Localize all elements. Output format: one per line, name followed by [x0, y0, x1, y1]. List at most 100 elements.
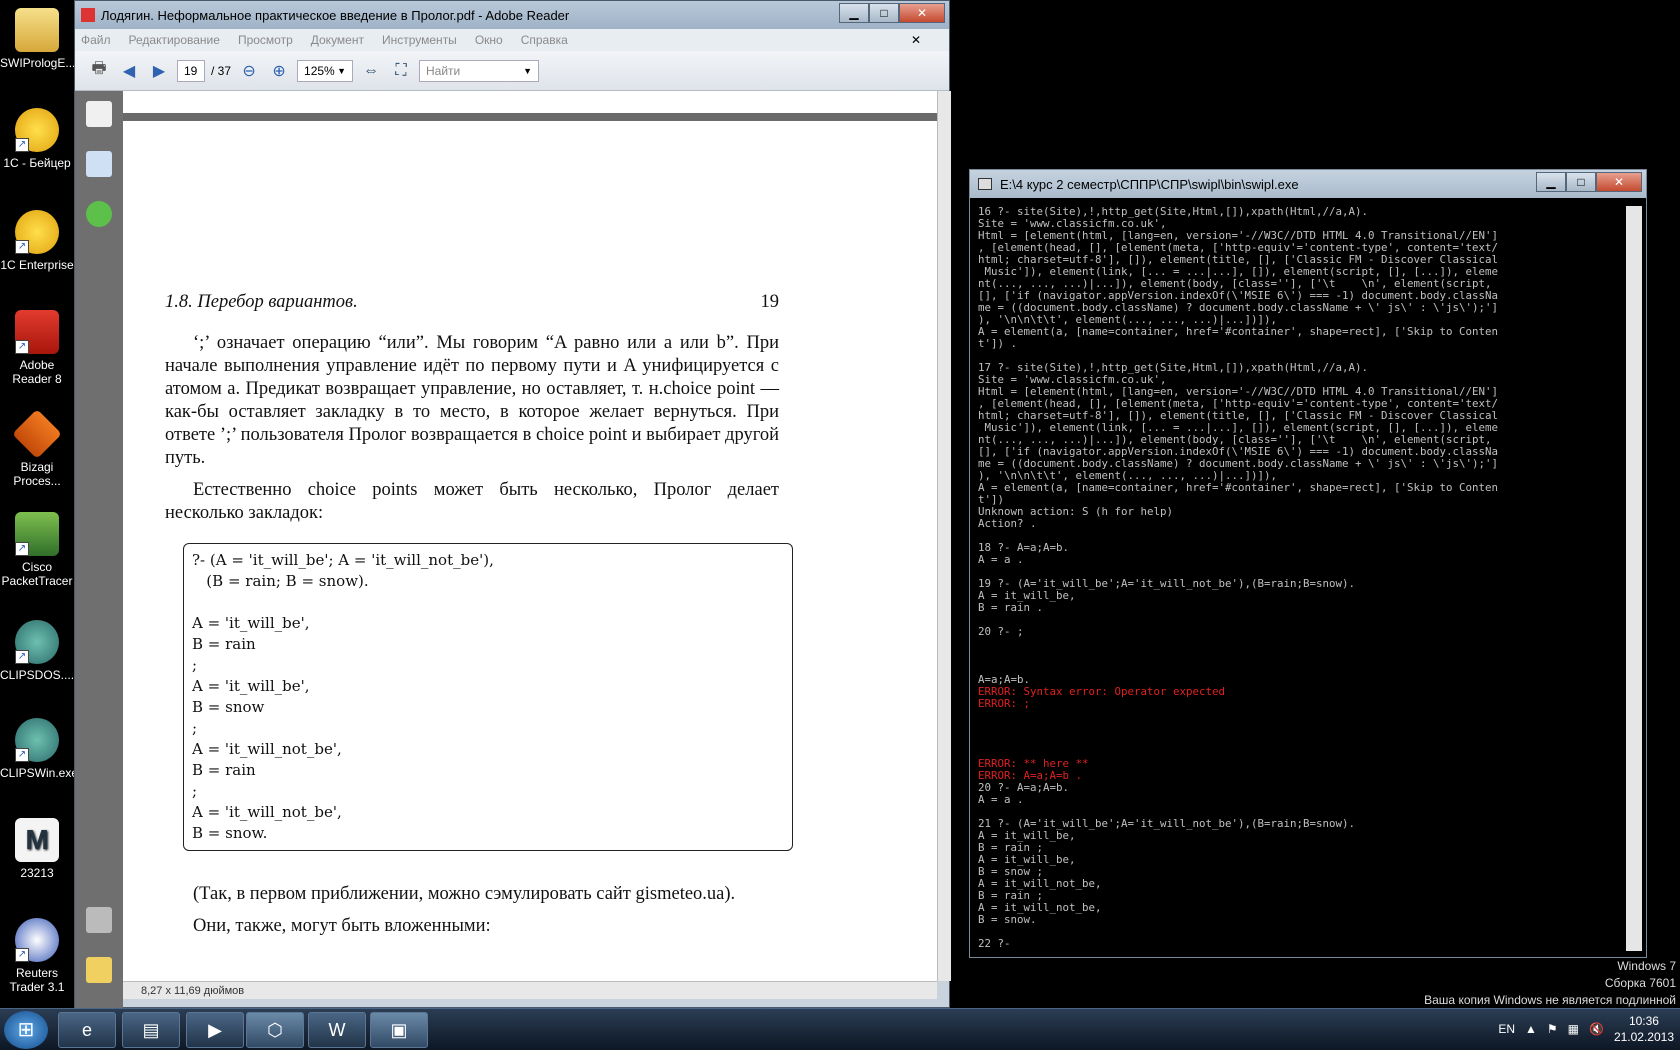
page-separator	[123, 113, 937, 121]
code-block: ?- (A = 'it_will_be'; A = 'it_will_not_b…	[183, 543, 793, 851]
maximize-button[interactable]: □	[869, 3, 899, 23]
chevron-down-icon: ▼	[337, 65, 347, 76]
close-button[interactable]: ✕	[1596, 172, 1642, 192]
page-total: / 37	[211, 63, 232, 78]
maximize-button[interactable]: □	[1566, 172, 1596, 192]
adobe-reader-window: Лодягин. Неформальное практическое введе…	[74, 0, 951, 1009]
console-titlebar[interactable]: E:\4 курс 2 семестр\СППР\СПР\swipl\bin\s…	[970, 170, 1646, 198]
bookmarks-icon[interactable]	[86, 151, 112, 177]
desktop-icon-23213[interactable]: M 23213	[0, 818, 74, 880]
start-button[interactable]: ⊞	[4, 1011, 48, 1049]
desktop-icon-1c-beitser[interactable]: ↗ 1С - Бейцер	[0, 108, 74, 170]
fit-page-icon[interactable]: ⛶	[389, 59, 413, 83]
page-size-label: 8,27 x 11,69 дюймов	[141, 985, 245, 997]
volume-icon[interactable]: 🔇	[1589, 1022, 1604, 1036]
fit-width-icon[interactable]: ⇔	[359, 59, 383, 83]
1c-icon: ↗	[15, 108, 59, 152]
pdf-page: 1.8. Перебор вариантов. 19 ‘;’ означает …	[165, 291, 793, 947]
bizagi-icon	[12, 409, 62, 459]
close-button[interactable]: ✕	[899, 3, 945, 23]
chevron-down-icon: ▼	[523, 65, 533, 76]
paragraph: ‘;’ означает операцию “или”. Мы говорим …	[165, 333, 779, 468]
console-error: ERROR: Syntax error: Operator expected E…	[978, 685, 1226, 710]
page-number: 19	[760, 292, 780, 312]
desktop-icon-bizagi[interactable]: Bizagi Proces...	[0, 409, 74, 488]
folder-icon	[15, 8, 59, 52]
menu-tools[interactable]: Инструменты	[382, 33, 457, 47]
next-page-icon[interactable]: ▶	[147, 59, 171, 83]
console-text: 16 ?- site(Site),!,http_get(Site,Html,[]…	[978, 206, 1499, 686]
windows-watermark: Windows 7 Сборка 7601 Ваша копия Windows…	[1424, 959, 1676, 1007]
paragraph: (Так, в первом приближении, можно сэмули…	[193, 884, 736, 904]
folder-icon: ▤	[142, 1020, 160, 1040]
desktop-icon-clipsdos[interactable]: ↗ CLIPSDOS....	[0, 620, 74, 682]
desktop-icon-1c-enterprise[interactable]: ↗ 1C Enterprise	[0, 210, 74, 272]
console-icon	[978, 178, 992, 190]
menu-bar: Файл Редактирование Просмотр Документ Ин…	[75, 29, 949, 51]
close-document-icon[interactable]: ✕	[911, 33, 921, 47]
console-scrollbar[interactable]	[1626, 206, 1642, 951]
swipl-console-window: E:\4 курс 2 семестр\СППР\СПР\swipl\bin\s…	[969, 169, 1647, 958]
window-title: Лодягин. Неформальное практическое введе…	[101, 7, 570, 23]
vertical-scrollbar[interactable]	[937, 91, 951, 981]
horizontal-scrollbar[interactable]: 8,27 x 11,69 дюймов	[123, 981, 937, 999]
minimize-button[interactable]: ▁	[1536, 172, 1566, 192]
desktop-icon-clipswin[interactable]: ↗ CLIPSWin.exe	[0, 718, 78, 780]
navigation-panel	[75, 91, 123, 1009]
console-error: ERROR: ** here ** ERROR: A=a;A=b .	[978, 757, 1089, 782]
desktop-icon-reuters[interactable]: ↗ Reuters Trader 3.1	[0, 918, 74, 994]
taskbar-word[interactable]: W	[308, 1012, 366, 1048]
print-icon[interactable]: 🖶	[87, 59, 111, 83]
page-number-input[interactable]: 19	[177, 59, 205, 82]
console-text: 20 ?- A=a;A=b. A = a . 21 ?- (A='it_will…	[978, 781, 1356, 950]
clock[interactable]: 10:36 21.02.2013	[1614, 1013, 1674, 1045]
desktop-icon-swiprolog[interactable]: SWIPrologE...	[0, 8, 75, 70]
zoom-out-icon[interactable]: ⊖	[237, 59, 261, 83]
menu-view[interactable]: Просмотр	[238, 33, 293, 47]
section-title: 1.8. Перебор вариантов.	[165, 292, 358, 312]
menu-window[interactable]: Окно	[475, 33, 503, 47]
console-title: E:\4 курс 2 семестр\СППР\СПР\swipl\bin\s…	[1000, 176, 1299, 192]
ie-icon: e	[81, 1020, 92, 1040]
page-header: 1.8. Перебор вариантов. 19	[165, 291, 779, 314]
previous-page-icon[interactable]: ◀	[117, 59, 141, 83]
media-player-icon: ▶	[208, 1020, 222, 1040]
find-input[interactable]: Найти ▼	[419, 59, 540, 82]
paragraph: Они, также, могут быть вложенными:	[193, 916, 491, 936]
minimize-button[interactable]: ▁	[839, 3, 869, 23]
taskbar-explorer[interactable]: ▤	[122, 1012, 180, 1048]
tray-expand-icon[interactable]: ▲	[1525, 1022, 1537, 1036]
menu-document[interactable]: Документ	[311, 33, 364, 47]
reader-titlebar[interactable]: Лодягин. Неформальное практическое введе…	[75, 1, 949, 29]
system-tray: EN ▲ ⚑ ▦ 🔇 10:36 21.02.2013	[1498, 1013, 1674, 1045]
taskbar-console[interactable]: ▣	[370, 1012, 428, 1048]
cisco-icon: ↗	[15, 512, 59, 556]
pdf-icon: ⬡	[267, 1020, 283, 1040]
zoom-select[interactable]: 125% ▼	[297, 59, 354, 82]
console-output[interactable]: 16 ?- site(Site),!,http_get(Site,Html,[]…	[978, 206, 1620, 951]
desktop-icon-cisco[interactable]: ↗ Cisco PacketTracer	[0, 512, 74, 588]
console-icon: ▣	[390, 1020, 408, 1040]
attachments-icon[interactable]	[86, 907, 112, 933]
pdf-icon: ↗	[15, 310, 59, 354]
document-view[interactable]: 1.8. Перебор вариантов. 19 ‘;’ означает …	[123, 91, 937, 981]
comments-icon[interactable]	[86, 957, 112, 983]
clips-icon: ↗	[15, 718, 59, 762]
menu-help[interactable]: Справка	[521, 33, 568, 47]
help-icon[interactable]	[86, 201, 112, 227]
taskbar-adobe-reader[interactable]: ⬡	[246, 1012, 304, 1048]
clips-icon: ↗	[15, 620, 59, 664]
taskbar-ie[interactable]: e	[58, 1012, 116, 1048]
network-icon[interactable]: ▦	[1568, 1022, 1579, 1036]
pdf-icon	[81, 8, 95, 22]
zoom-in-icon[interactable]: ⊕	[267, 59, 291, 83]
menu-edit[interactable]: Редактирование	[129, 33, 220, 47]
desktop-icon-adobe-reader[interactable]: ↗ Adobe Reader 8	[0, 310, 74, 386]
1c-icon: ↗	[15, 210, 59, 254]
language-indicator[interactable]: EN	[1498, 1022, 1515, 1036]
menu-file[interactable]: Файл	[81, 33, 111, 47]
taskbar-media-player[interactable]: ▶	[186, 1012, 244, 1048]
m-file-icon: M	[15, 818, 59, 862]
pages-icon[interactable]	[86, 101, 112, 127]
action-center-icon[interactable]: ⚑	[1547, 1022, 1558, 1036]
